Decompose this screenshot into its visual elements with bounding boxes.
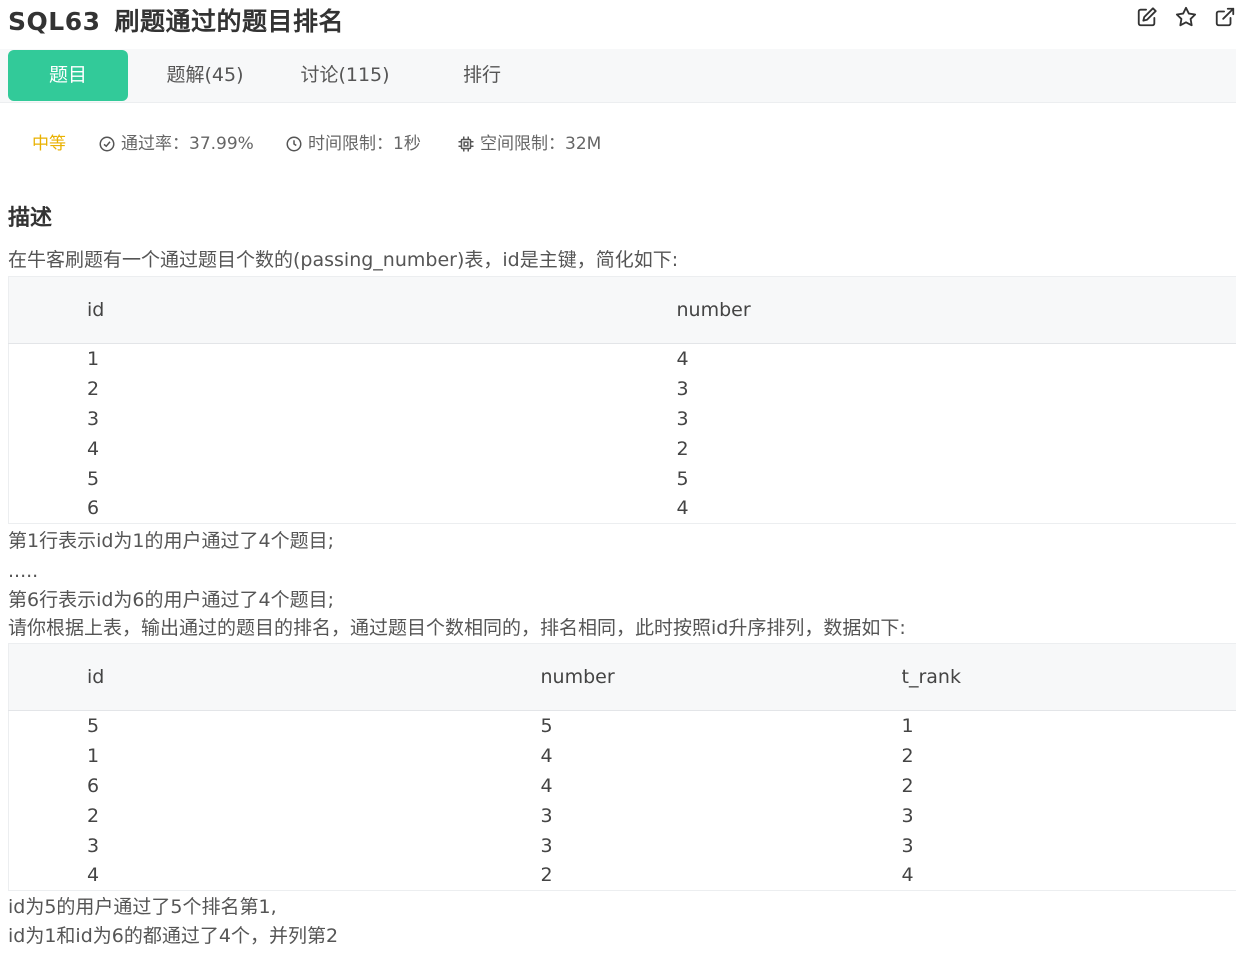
table-header-row: id number [8,276,1236,344]
title-actions [1119,6,1236,28]
table-cell: 2 [676,437,689,460]
tab-problem[interactable]: 题目 [8,50,128,101]
table-row: 3 3 3 [9,831,1236,861]
table-row: 6 4 2 [9,771,1236,801]
star-icon[interactable] [1175,6,1197,28]
clock-icon [286,136,302,152]
tab-ranking[interactable]: 排行 [432,50,532,101]
chip-icon [458,136,474,152]
table-cell: 4 [540,774,553,797]
question-code: SQL63 [8,7,101,36]
problem-meta: 中等 通过率：37.99% 时间限制：1秒 空间限制：32M [0,130,1236,158]
table-cell: 2 [901,774,914,797]
difficulty-badge: 中等 [32,134,66,154]
table-cell: 4 [676,497,689,520]
description-line: 第1行表示id为1的用户通过了4个题目; [8,530,335,552]
table-cell: 5 [87,467,100,490]
memory-limit-text: 空间限制：32M [480,134,602,154]
table-row: 14 [9,344,1236,374]
description-line: 第6行表示id为6的用户通过了4个题目; [8,589,335,611]
table-cell: 3 [901,804,914,827]
table-row: 42 [9,434,1236,464]
table-cell: 4 [901,864,914,887]
title-bar: SQL63 刷题通过的题目排名 [0,0,1236,38]
question-title: 刷题通过的题目排名 [114,7,344,36]
passing-number-table: id number 14 23 33 42 55 64 [8,276,1236,524]
column-header: id [8,276,677,344]
table-cell: 2 [540,864,553,887]
table-cell: 3 [87,834,100,857]
table-row: 64 [9,494,1236,524]
page-title: SQL63 刷题通过的题目排名 [8,2,344,38]
table-row: 4 2 4 [9,861,1236,891]
table-row: 2 3 3 [9,801,1236,831]
table-cell: 4 [676,347,689,370]
description-line: id为5的用户通过了5个排名第1, [8,896,277,918]
description-heading: 描述 [8,206,53,231]
table-row: 33 [9,404,1236,434]
table-cell: 3 [87,407,100,430]
table-cell: 2 [901,744,914,767]
table-cell: 3 [901,834,914,857]
table-cell: 4 [540,744,553,767]
tab-discussion[interactable]: 讨论(115) [280,50,410,101]
table-row: 55 [9,464,1236,494]
time-limit: 时间限制：1秒 [285,130,421,158]
share-icon[interactable] [1214,6,1236,28]
description-intro: 在牛客刷题有一个通过题目个数的(passing_number)表，id是主键，简… [8,249,679,271]
table-cell: 5 [540,714,553,737]
table-cell: 3 [676,377,689,400]
pass-rate-text: 通过率：37.99% [121,134,254,154]
table-cell: 6 [87,497,100,520]
memory-limit: 空间限制：32M [457,130,601,158]
table-cell: 5 [676,467,689,490]
column-header: number [676,276,1236,344]
table-cell: 3 [676,407,689,430]
table-cell: 4 [87,437,100,460]
column-header: t_rank [901,643,1236,711]
table-row: 23 [9,374,1236,404]
edit-icon[interactable] [1136,6,1158,28]
table-cell: 1 [87,347,100,370]
table-row: 1 4 2 [9,741,1236,771]
table-cell: 1 [87,744,100,767]
pass-rate: 通过率：37.99% [98,130,254,158]
table-cell: 6 [87,774,100,797]
table-cell: 3 [540,834,553,857]
table-cell: 3 [540,804,553,827]
time-limit-text: 时间限制：1秒 [308,134,421,154]
check-circle-icon [99,136,115,152]
table-cell: 2 [87,377,100,400]
description-line: id为1和id为6的都通过了4个，并列第2 [8,925,339,947]
table-header-row: id number t_rank [8,643,1236,711]
table-cell: 5 [87,714,100,737]
column-header: id [8,643,541,711]
table-row: 5 5 1 [9,711,1236,741]
tab-solutions[interactable]: 题解(45) [140,50,270,101]
description-line: ..... [8,560,39,582]
table-cell: 2 [87,804,100,827]
table-cell: 1 [901,714,914,737]
description-line: 请你根据上表，输出通过的题目的排名，通过题目个数相同的，排名相同，此时按照id升… [8,617,906,639]
rank-result-table: id number t_rank 5 5 1 1 4 2 6 4 2 2 3 3 3 3 3 4 2 4 [8,643,1236,891]
tab-bar: 题目 题解(45) 讨论(115) 排行 [0,49,1236,103]
table-cell: 4 [87,864,100,887]
column-header: number [540,643,902,711]
